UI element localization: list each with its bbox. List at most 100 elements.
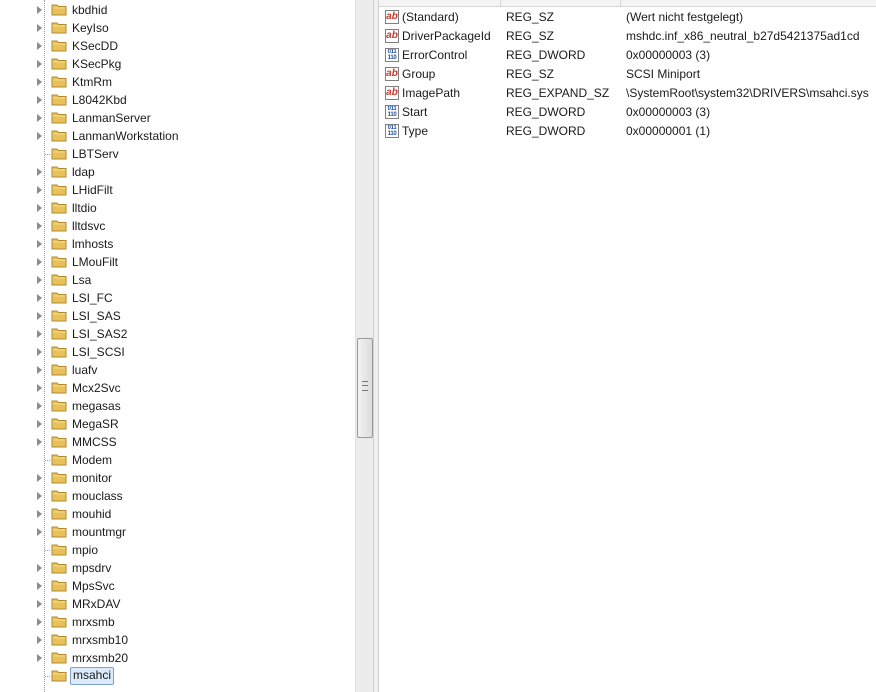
tree-item[interactable]: msahci [0, 667, 355, 685]
value-row[interactable]: ab ImagePath REG_EXPAND_SZ \SystemRoot\syst… [379, 84, 876, 103]
tree-item-label[interactable]: mpio [70, 542, 100, 558]
expand-arrow-icon[interactable] [37, 636, 42, 644]
tree-item-label[interactable]: mrxsmb [70, 614, 117, 630]
tree-item[interactable]: mouhid [0, 505, 355, 523]
tree-item-label[interactable]: LSI_FC [70, 290, 115, 306]
scrollbar-thumb[interactable] [357, 338, 373, 438]
value-row[interactable]: ab DriverPackageId REG_SZ mshdc.inf_x86_neu… [379, 27, 876, 46]
tree-item[interactable]: LSI_SCSI [0, 343, 355, 361]
tree-item[interactable]: KSecPkg [0, 55, 355, 73]
expand-arrow-icon[interactable] [37, 240, 42, 248]
tree-item-label[interactable]: LHidFilt [70, 182, 115, 198]
tree-item-label[interactable]: MRxDAV [70, 596, 122, 612]
expand-arrow-icon[interactable] [37, 402, 42, 410]
registry-values-list[interactable]: ab (Standard) REG_SZ (Wert nicht festgelegt… [379, 0, 876, 692]
tree-item[interactable]: lltdsvc [0, 217, 355, 235]
value-row[interactable]: ab (Standard) REG_SZ (Wert nicht festgelegt… [379, 8, 876, 27]
tree-item[interactable]: LanmanServer [0, 109, 355, 127]
tree-item-label[interactable]: KSecPkg [70, 56, 123, 72]
tree-item[interactable]: mpsdrv [0, 559, 355, 577]
tree-item[interactable]: lltdio [0, 199, 355, 217]
tree-item-label[interactable]: KeyIso [70, 20, 111, 36]
tree-item[interactable]: MRxDAV [0, 595, 355, 613]
expand-arrow-icon[interactable] [37, 510, 42, 518]
tree-item[interactable]: luafv [0, 361, 355, 379]
expand-arrow-icon[interactable] [37, 42, 42, 50]
expand-arrow-icon[interactable] [37, 204, 42, 212]
tree-item[interactable]: Mcx2Svc [0, 379, 355, 397]
tree-item-label[interactable]: lltdsvc [70, 218, 107, 234]
tree-item-label[interactable]: MpsSvc [70, 578, 117, 594]
expand-arrow-icon[interactable] [37, 96, 42, 104]
expand-arrow-icon[interactable] [37, 294, 42, 302]
tree-item-label[interactable]: LBTServ [70, 146, 121, 162]
tree-item-label[interactable]: LSI_SAS2 [70, 326, 129, 342]
tree-item[interactable]: KSecDD [0, 37, 355, 55]
expand-arrow-icon[interactable] [37, 348, 42, 356]
expand-arrow-icon[interactable] [37, 492, 42, 500]
expand-arrow-icon[interactable] [37, 600, 42, 608]
value-row[interactable]: 011 110 ErrorControl REG_DWORD 0x00000003 (3… [379, 46, 876, 65]
tree-item[interactable]: Lsa [0, 271, 355, 289]
expand-arrow-icon[interactable] [37, 186, 42, 194]
tree-item-label[interactable]: mrxsmb10 [70, 632, 130, 648]
tree-item[interactable]: LMouFilt [0, 253, 355, 271]
tree-item[interactable]: monitor [0, 469, 355, 487]
tree-item-label[interactable]: LanmanWorkstation [70, 128, 181, 144]
expand-arrow-icon[interactable] [37, 582, 42, 590]
tree-item[interactable]: LBTServ [0, 145, 355, 163]
expand-arrow-icon[interactable] [37, 6, 42, 14]
expand-arrow-icon[interactable] [37, 276, 42, 284]
tree-item[interactable]: mountmgr [0, 523, 355, 541]
tree-item-label[interactable]: L8042Kbd [70, 92, 129, 108]
tree-item-label[interactable]: LanmanServer [70, 110, 153, 126]
expand-arrow-icon[interactable] [37, 564, 42, 572]
tree-item-label[interactable]: MMCSS [70, 434, 119, 450]
tree-item[interactable]: kbdhid [0, 1, 355, 19]
expand-arrow-icon[interactable] [37, 474, 42, 482]
tree-item-label[interactable]: megasas [70, 398, 123, 414]
tree-item-label[interactable]: LSI_SAS [70, 308, 123, 324]
tree-item-label[interactable]: LMouFilt [70, 254, 120, 270]
expand-arrow-icon[interactable] [37, 114, 42, 122]
tree-item-label[interactable]: mountmgr [70, 524, 128, 540]
tree-item[interactable]: MpsSvc [0, 577, 355, 595]
expand-arrow-icon[interactable] [37, 258, 42, 266]
expand-arrow-icon[interactable] [37, 312, 42, 320]
tree-item-label[interactable]: mouclass [70, 488, 125, 504]
tree-item-label[interactable]: lmhosts [70, 236, 115, 252]
tree-item[interactable]: Modem [0, 451, 355, 469]
tree-item-label[interactable]: KtmRm [70, 74, 114, 90]
expand-arrow-icon[interactable] [37, 60, 42, 68]
tree-item-label[interactable]: mpsdrv [70, 560, 113, 576]
tree-item-label[interactable]: monitor [70, 470, 114, 486]
tree-item[interactable]: mrxsmb10 [0, 631, 355, 649]
expand-arrow-icon[interactable] [37, 384, 42, 392]
tree-item-label[interactable]: lltdio [70, 200, 99, 216]
tree-item-label[interactable]: LSI_SCSI [70, 344, 127, 360]
tree-item[interactable]: ldap [0, 163, 355, 181]
tree-item[interactable]: LanmanWorkstation [0, 127, 355, 145]
expand-arrow-icon[interactable] [37, 366, 42, 374]
tree-item[interactable]: mouclass [0, 487, 355, 505]
tree-item[interactable]: L8042Kbd [0, 91, 355, 109]
tree-item-label[interactable]: Mcx2Svc [70, 380, 123, 396]
tree-item[interactable]: LSI_SAS [0, 307, 355, 325]
tree-item[interactable]: mpio [0, 541, 355, 559]
column-separator[interactable] [620, 0, 621, 6]
tree-item-label[interactable]: kbdhid [70, 2, 109, 18]
tree-item-label[interactable]: mouhid [70, 506, 113, 522]
tree-item-label[interactable]: luafv [70, 362, 99, 378]
expand-arrow-icon[interactable] [37, 78, 42, 86]
tree-item[interactable]: KeyIso [0, 19, 355, 37]
tree-item[interactable]: MegaSR [0, 415, 355, 433]
expand-arrow-icon[interactable] [37, 438, 42, 446]
column-header[interactable] [379, 0, 876, 7]
tree-item[interactable]: LSI_FC [0, 289, 355, 307]
tree-item-label[interactable]: Lsa [70, 272, 93, 288]
tree-item[interactable]: megasas [0, 397, 355, 415]
tree-scrollbar[interactable] [355, 0, 373, 692]
tree-item[interactable]: mrxsmb20 [0, 649, 355, 667]
value-row[interactable]: 011 110 Start REG_DWORD 0x00000003 (3) [379, 103, 876, 122]
expand-arrow-icon[interactable] [37, 222, 42, 230]
